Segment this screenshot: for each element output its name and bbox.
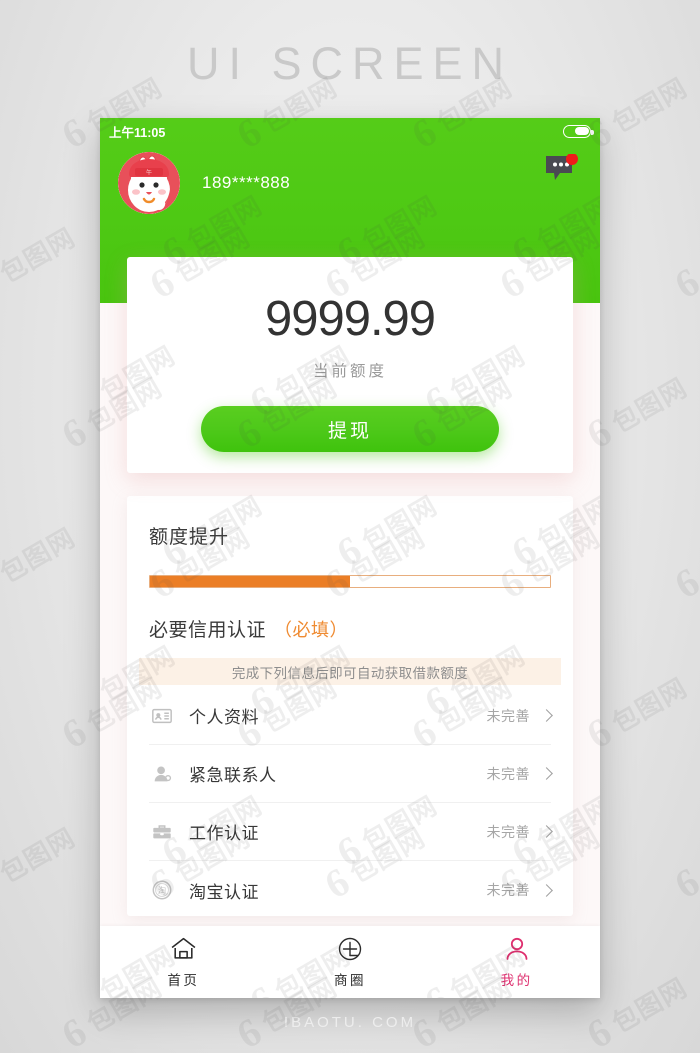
- chevron-right-icon: [540, 883, 553, 897]
- credit-progress-bar: [149, 575, 551, 588]
- user-phone-number: 189****888: [202, 173, 291, 192]
- auth-item-taobao-verification[interactable]: 淘 淘宝认证 未完善: [149, 861, 553, 919]
- balance-card: 9999.99 当前额度 提现: [127, 257, 573, 473]
- nav-item-label: 首页: [167, 972, 200, 988]
- chevron-right-icon: [540, 825, 553, 838]
- auth-list: 个人资料 未完善 紧急联系人 未完善 工作认证 未完善 淘 淘宝认证 未完善: [149, 687, 553, 919]
- balance-label: 当前额度: [312, 363, 387, 380]
- battery-icon: [563, 124, 594, 138]
- withdraw-button[interactable]: 提现: [201, 406, 499, 452]
- auth-item-work-verification[interactable]: 工作认证 未完善: [149, 803, 553, 861]
- circle-plus-icon: [337, 936, 363, 962]
- nav-item-label: 商圈: [334, 972, 366, 988]
- balance-amount: 9999.99: [264, 292, 436, 346]
- nav-item-business-circle[interactable]: 商圈: [267, 936, 434, 989]
- message-bubble-icon[interactable]: [544, 154, 578, 186]
- auth-item-status: 未完善: [486, 765, 530, 782]
- id-card-icon: [149, 703, 175, 729]
- bottom-navigation: 首页 商圈 我的: [100, 926, 600, 998]
- auth-item-label: 淘宝认证: [189, 882, 259, 902]
- home-icon: [170, 936, 197, 962]
- phone-screen: 上午11:05 午 189****888 9999.99 当前额度 提现 额度提…: [100, 118, 600, 998]
- auth-item-personal-info[interactable]: 个人资料 未完善: [149, 687, 553, 745]
- credit-section-title: 额度提升: [149, 527, 230, 548]
- auth-item-emergency-contact[interactable]: 紧急联系人 未完善: [149, 745, 553, 803]
- mockup-title: UI SCREEN: [186, 38, 514, 89]
- contact-person-icon: [149, 761, 175, 787]
- auth-item-label: 个人资料: [189, 708, 259, 727]
- required-auth-heading: 必要信用认证 （必填）: [149, 615, 551, 642]
- nav-item-label: 我的: [500, 972, 533, 988]
- auth-item-label: 紧急联系人: [189, 766, 277, 785]
- required-auth-tag: （必填）: [274, 620, 349, 640]
- person-icon: [504, 936, 530, 962]
- chevron-right-icon: [540, 709, 553, 722]
- rabbit-avatar-icon[interactable]: 午: [118, 152, 180, 214]
- mockup-page: UI SCREEN 上午11:05 午 189****888 9999.99 当…: [0, 0, 700, 1053]
- auth-item-status: 未完善: [486, 823, 530, 840]
- svg-text:午: 午: [146, 169, 152, 177]
- status-bar: 上午11:05: [100, 118, 600, 144]
- battery-fill: [575, 126, 589, 136]
- auth-item-status: 未完善: [486, 882, 530, 898]
- status-bar-time: 上午11:05: [109, 125, 166, 140]
- auth-item-label: 工作认证: [189, 824, 259, 843]
- briefcase-icon: [149, 819, 175, 845]
- mockup-footer: IBAOTU. COM: [283, 1014, 417, 1031]
- auth-tip-banner: 完成下列信息后即可自动获取借款额度: [139, 658, 561, 685]
- taobao-icon: 淘: [149, 877, 175, 903]
- nav-item-home[interactable]: 首页: [100, 936, 267, 989]
- credit-progress-fill: [150, 576, 350, 587]
- auth-item-status: 未完善: [486, 707, 530, 724]
- required-auth-title: 必要信用认证: [149, 620, 267, 641]
- chevron-right-icon: [540, 767, 553, 780]
- credit-upgrade-panel: 额度提升 必要信用认证 （必填） 完成下列信息后即可自动获取借款额度 个人资料 …: [127, 496, 573, 916]
- svg-text:淘: 淘: [158, 886, 166, 896]
- user-info-row: 午 189****888: [118, 152, 290, 214]
- status-bar-right: [563, 124, 594, 138]
- nav-item-mine[interactable]: 我的: [433, 936, 600, 989]
